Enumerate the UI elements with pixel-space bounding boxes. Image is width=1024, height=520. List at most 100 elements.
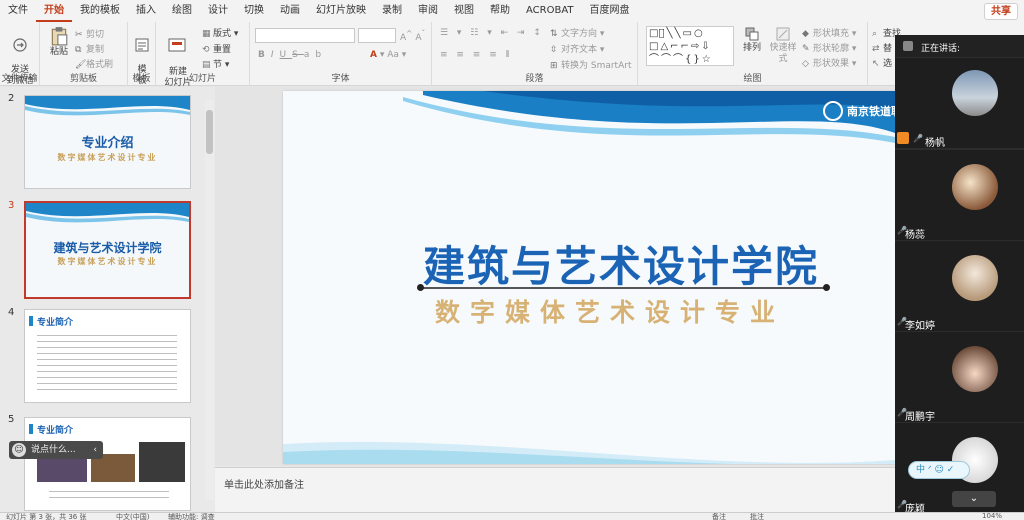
select-icon: ↖ xyxy=(872,59,880,69)
find-icon: ⌕ xyxy=(872,29,878,39)
bottom-wave xyxy=(283,441,895,464)
notes-toggle[interactable]: 备注 xyxy=(712,513,726,520)
text-direction-button[interactable]: ⇅ 文字方向 ▾ xyxy=(550,26,604,39)
ime-icons: ᐟ ☺ ✓ xyxy=(927,465,955,475)
ribbon-tabs: 文件 开始 我的模板 插入 绘图 设计 切换 动画 幻灯片放映 录制 审阅 视图… xyxy=(0,0,1024,22)
thumb-number: 5 xyxy=(8,414,15,425)
format-painter-button[interactable]: 🖌格式刷 xyxy=(75,57,113,70)
align-text-button[interactable]: ⇳ 对齐文本 ▾ xyxy=(550,42,604,55)
current-slide[interactable]: 南京铁道职业 建筑与艺术设计学院 数字媒体艺术设计专业 xyxy=(283,91,895,464)
group-slides: 新建 幻灯片 ▦ 版式 ▾ ⟲ 重置 ▤ 节 ▾ 幻灯片 xyxy=(156,22,250,88)
group-template: 模 板 模板 xyxy=(128,22,156,86)
zoom-level[interactable]: 104% xyxy=(982,513,1002,520)
wave-banner xyxy=(26,203,189,223)
notes-placeholder: 单击此处添加备注 xyxy=(224,480,304,491)
participant-tile[interactable]: 🎤 周鹏宇 xyxy=(895,332,1024,423)
tab-baidu-netdisk[interactable]: 百度网盘 xyxy=(582,0,638,22)
select-button[interactable]: ↖ 选 xyxy=(872,56,892,69)
outline-icon: ✎ xyxy=(802,44,810,54)
cut-button[interactable]: ✂ 剪切 xyxy=(75,27,104,40)
slide-thumbnail-3[interactable]: 建筑与艺术设计学院 数字媒体艺术设计专业 xyxy=(24,201,191,299)
thumb-number: 3 xyxy=(8,200,15,211)
section-dropdown[interactable]: ▤ 节 ▾ xyxy=(202,57,229,70)
group-file-transfer: 发送 到微信 文件传输 xyxy=(0,22,40,86)
tab-help[interactable]: 帮助 xyxy=(482,0,518,22)
list-buttons[interactable]: ☰ ▾ ☷ ▾ ⇤ ⇥ ↕ xyxy=(440,28,544,38)
group-clipboard: 粘贴 ✂ 剪切 ⧉ 复制 🖌格式刷 剪贴板 xyxy=(40,22,128,86)
reset-button[interactable]: ⟲ 重置 xyxy=(202,42,231,55)
font-color-icon: A xyxy=(370,50,377,60)
slide-thumbnail-4[interactable]: 专业简介 xyxy=(24,309,191,403)
participant-tile[interactable]: 🎤 杨帆 xyxy=(895,58,1024,149)
effects-icon: ◇ xyxy=(802,59,809,69)
tab-view[interactable]: 视图 xyxy=(446,0,482,22)
meeting-panel: 正在讲话: 🎤 杨帆 🎤 杨蕊 🎤 李如婷 🎤 周鹏宇 🎤 庞颖 ⌄ xyxy=(895,35,1024,515)
tab-slideshow[interactable]: 幻灯片放映 xyxy=(308,0,374,22)
avatar xyxy=(952,255,998,301)
orange-badge xyxy=(897,132,909,144)
text-block xyxy=(37,332,177,392)
font-size-select[interactable] xyxy=(358,28,396,43)
align-buttons[interactable]: ≡ ≡ ≡ ≡ ⫴ xyxy=(440,50,512,60)
slide-title[interactable]: 建筑与艺术设计学院 xyxy=(423,233,819,294)
align-text-icon: ⇳ xyxy=(550,45,558,55)
language-indicator[interactable]: 中文(中国) xyxy=(116,513,149,520)
font-family-select[interactable] xyxy=(255,28,355,43)
slide-thumbnail-5[interactable]: 专业简介 xyxy=(24,417,191,511)
wechat-send-icon xyxy=(13,38,27,52)
tab-file[interactable]: 文件 xyxy=(0,0,36,22)
divider-dot-left xyxy=(417,284,424,291)
slide-subtitle[interactable]: 数字媒体艺术设计专业 xyxy=(435,293,785,329)
share-button[interactable]: 共享 xyxy=(984,3,1018,20)
replace-button[interactable]: ⇄ 替 xyxy=(872,41,892,54)
font-color-button[interactable]: A ▾ Aa ▾ xyxy=(370,50,406,60)
participant-tile[interactable]: 🎤 杨蕊 xyxy=(895,150,1024,241)
chevron-down-icon: ⌄ xyxy=(969,493,979,504)
tab-design[interactable]: 设计 xyxy=(200,0,236,22)
slide-counter: 幻灯片 第 3 张，共 36 张 xyxy=(6,513,87,520)
comments-toggle[interactable]: 批注 xyxy=(750,513,764,520)
shape-outline-button[interactable]: ✎ 形状轮廓 ▾ xyxy=(802,41,856,54)
chat-input-popup[interactable]: ☺ 说点什么... ‹ xyxy=(9,441,103,459)
smartart-button[interactable]: ⊞ 转换为 SmartArt xyxy=(550,58,631,71)
tab-transitions[interactable]: 切换 xyxy=(236,0,272,22)
notes-pane[interactable]: 单击此处添加备注 xyxy=(215,467,895,512)
font-style-buttons[interactable]: BIUSab xyxy=(258,50,327,60)
paste-button[interactable]: 粘贴 xyxy=(46,26,72,58)
emoji-icon[interactable]: ☺ xyxy=(12,443,26,457)
tab-draw[interactable]: 绘图 xyxy=(164,0,200,22)
scissors-icon: ✂ xyxy=(75,30,83,40)
shape-effects-button[interactable]: ◇ 形状效果 ▾ xyxy=(802,56,856,69)
layout-dropdown[interactable]: ▦ 版式 ▾ xyxy=(202,26,238,39)
quick-styles-button[interactable]: 快速样式 xyxy=(766,26,800,65)
text-block xyxy=(49,488,169,502)
slide-thumbnail-2[interactable]: 专业介绍 数字媒体艺术设计专业 xyxy=(24,95,191,189)
shapes-gallery[interactable]: □⃞╲╲▭○ □△⌐⌐⇨⇩ ⌒⌒⌒{}☆ xyxy=(646,26,734,66)
ime-toolbar[interactable]: 中 ᐟ ☺ ✓ xyxy=(908,461,970,479)
thumbnail-scrollbar[interactable] xyxy=(205,100,214,500)
wave-banner xyxy=(25,96,190,116)
shape-fill-button[interactable]: ◆ 形状填充 ▾ xyxy=(802,26,856,39)
speaker-avatar xyxy=(903,41,913,51)
collapse-panel-button[interactable]: ⌄ xyxy=(952,491,996,507)
tab-animations[interactable]: 动画 xyxy=(272,0,308,22)
scrollbar-thumb[interactable] xyxy=(206,110,213,154)
school-logo-icon xyxy=(823,101,843,121)
accessibility-status[interactable]: 辅助功能: 调查 xyxy=(168,513,215,520)
tab-acrobat[interactable]: ACROBAT xyxy=(518,0,582,22)
fill-icon: ◆ xyxy=(802,29,809,39)
avatar xyxy=(952,70,998,116)
font-grow-button[interactable]: A^ Aˇ xyxy=(400,29,425,43)
tab-review[interactable]: 审阅 xyxy=(410,0,446,22)
tab-my-templates[interactable]: 我的模板 xyxy=(72,0,128,22)
thumb-number: 2 xyxy=(8,93,15,104)
school-logo-text: 南京铁道职业 xyxy=(847,105,895,118)
tab-record[interactable]: 录制 xyxy=(374,0,410,22)
copy-button[interactable]: ⧉ 复制 xyxy=(75,42,104,55)
participant-tile[interactable]: 🎤 李如婷 xyxy=(895,241,1024,332)
title-marker xyxy=(29,316,33,326)
chevron-left-icon[interactable]: ‹ xyxy=(93,441,97,459)
tab-home[interactable]: 开始 xyxy=(36,0,72,22)
tab-insert[interactable]: 插入 xyxy=(128,0,164,22)
arrange-button[interactable]: 排列 xyxy=(740,26,764,54)
